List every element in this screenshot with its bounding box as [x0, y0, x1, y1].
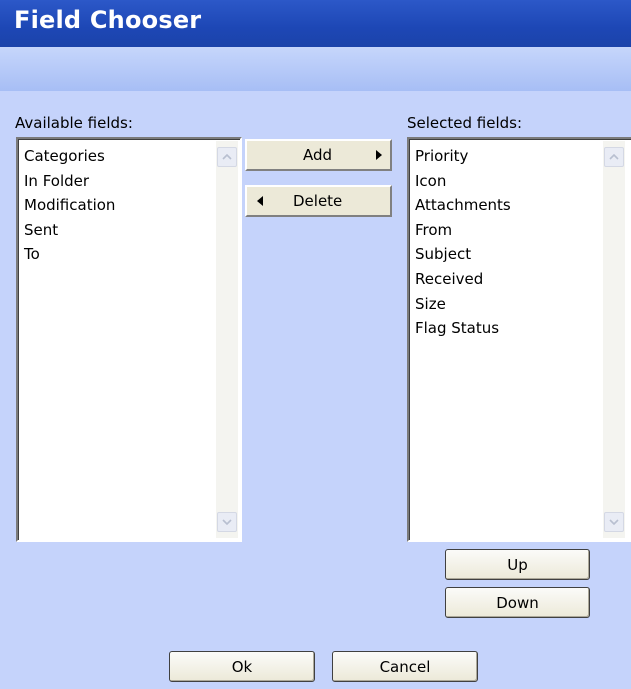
list-item[interactable]: Subject — [415, 242, 511, 267]
add-button[interactable]: Add — [245, 139, 392, 171]
available-fields-list[interactable]: Categories In Folder Modification Sent T… — [16, 137, 242, 542]
chevron-up-icon[interactable] — [604, 147, 624, 167]
chevron-up-icon[interactable] — [217, 147, 237, 167]
title-bar: Field Chooser — [0, 0, 631, 47]
delete-button[interactable]: Delete — [245, 185, 392, 217]
selected-fields-list[interactable]: Priority Icon Attachments From Subject R… — [407, 137, 631, 542]
list-item[interactable]: From — [415, 218, 511, 243]
selected-scrollbar[interactable] — [603, 141, 625, 538]
available-scrollbar[interactable] — [216, 141, 238, 538]
chevron-down-icon[interactable] — [217, 512, 237, 532]
ok-button-label: Ok — [231, 657, 253, 676]
list-item[interactable]: Received — [415, 267, 511, 292]
chevron-down-icon[interactable] — [604, 512, 624, 532]
selected-fields-label: Selected fields: — [407, 114, 523, 132]
down-button-label: Down — [496, 593, 539, 612]
header-band — [0, 47, 631, 91]
cancel-button[interactable]: Cancel — [332, 651, 478, 682]
list-item[interactable]: In Folder — [24, 169, 115, 194]
up-button[interactable]: Up — [445, 549, 590, 580]
ok-button[interactable]: Ok — [169, 651, 315, 682]
arrow-left-icon — [257, 196, 263, 206]
list-item[interactable]: Flag Status — [415, 316, 511, 341]
add-button-label: Add — [303, 146, 333, 164]
selected-fields-items: Priority Icon Attachments From Subject R… — [415, 144, 511, 341]
delete-button-label: Delete — [293, 192, 343, 210]
list-item[interactable]: Priority — [415, 144, 511, 169]
list-item[interactable]: Icon — [415, 169, 511, 194]
arrow-right-icon — [376, 150, 382, 160]
list-item[interactable]: Attachments — [415, 193, 511, 218]
list-item[interactable]: Size — [415, 292, 511, 317]
up-button-label: Up — [507, 555, 528, 574]
list-item[interactable]: Modification — [24, 193, 115, 218]
cancel-button-label: Cancel — [379, 657, 431, 676]
list-item[interactable]: To — [24, 242, 115, 267]
available-fields-label: Available fields: — [15, 114, 133, 132]
list-item[interactable]: Categories — [24, 144, 115, 169]
down-button[interactable]: Down — [445, 587, 590, 618]
dialog-title: Field Chooser — [14, 6, 202, 34]
available-fields-items: Categories In Folder Modification Sent T… — [24, 144, 115, 267]
list-item[interactable]: Sent — [24, 218, 115, 243]
